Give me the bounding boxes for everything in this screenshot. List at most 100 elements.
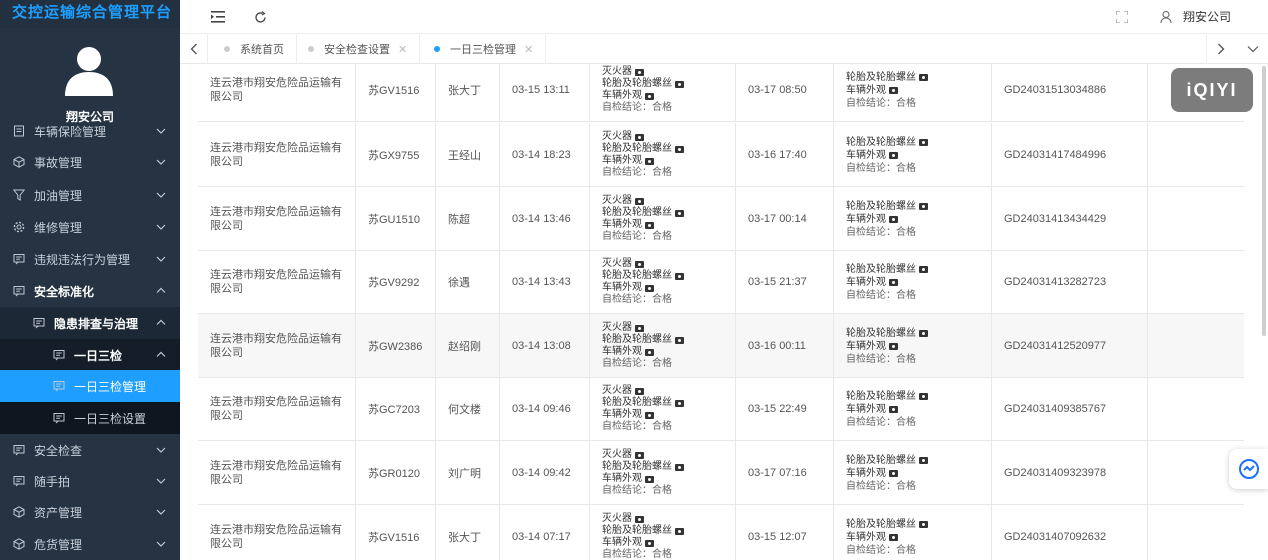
- camera-icon[interactable]: [635, 260, 644, 268]
- camera-icon[interactable]: [635, 515, 644, 523]
- camera-icon[interactable]: [675, 336, 684, 344]
- page-scrollbar[interactable]: [1262, 66, 1266, 336]
- camera-icon[interactable]: [635, 451, 644, 459]
- user-menu[interactable]: 翔安公司: [1183, 8, 1231, 25]
- table-row[interactable]: 连云港市翔安危险品运输有限公司 苏GW2386 赵绍刚 03-14 13:08 灭火器轮…: [198, 314, 1244, 378]
- check-item: 车辆外观: [602, 473, 654, 485]
- company-cell: 连云港市翔安危险品运输有限公司: [198, 377, 356, 441]
- sidebar-item[interactable]: 安全检查: [0, 434, 180, 466]
- camera-icon[interactable]: [889, 533, 898, 541]
- camera-icon[interactable]: [675, 527, 684, 535]
- user-icon[interactable]: [1158, 9, 1174, 25]
- tab-home[interactable]: 系统首页: [212, 34, 297, 64]
- camera-icon[interactable]: [919, 138, 928, 146]
- close-icon[interactable]: ✕: [398, 43, 407, 56]
- camera-icon[interactable]: [645, 92, 654, 100]
- sidebar-item[interactable]: 违规违法行为管理: [0, 243, 180, 275]
- check-item-label: 自检结论：合格: [846, 480, 916, 492]
- sidebar-item[interactable]: 一日三检: [0, 339, 180, 371]
- check-time-cell: 03-17 08:50: [736, 64, 834, 122]
- check-item-label: 自检结论：合格: [846, 416, 916, 428]
- camera-icon[interactable]: [675, 463, 684, 471]
- sidebar-item[interactable]: 危货管理: [0, 528, 180, 560]
- check-item-label: 轮胎及轮胎螺丝: [846, 136, 916, 148]
- camera-icon[interactable]: [919, 392, 928, 400]
- table-row[interactable]: 连云港市翔安危险品运输有限公司 苏GX9755 王经山 03-14 18:23 灭火器轮…: [198, 123, 1244, 187]
- sidebar-item-label: 一日三检设置: [74, 411, 147, 426]
- camera-icon[interactable]: [645, 475, 654, 483]
- camera-icon[interactable]: [635, 324, 644, 332]
- camera-icon[interactable]: [675, 272, 684, 280]
- camera-icon[interactable]: [645, 411, 654, 419]
- camera-icon[interactable]: [675, 399, 684, 407]
- sidebar-item-label: 事故管理: [34, 155, 83, 170]
- company-cell: 连云港市翔安危险品运输有限公司: [198, 250, 356, 314]
- tab-scroll-left-button[interactable]: [180, 34, 208, 64]
- check-result-cell: 轮胎及轮胎螺丝 车辆外观 自检结论：合格: [834, 441, 992, 505]
- sidebar-item[interactable]: 一日三检管理: [0, 370, 180, 402]
- cube-icon: [12, 155, 26, 169]
- camera-icon[interactable]: [919, 456, 928, 464]
- sidebar-item[interactable]: 车辆保险管理: [0, 116, 180, 146]
- order-code-cell: GD24031409385767: [992, 377, 1148, 441]
- camera-icon[interactable]: [635, 133, 644, 141]
- check-item-label: 自检结论：合格: [846, 97, 916, 109]
- table-row[interactable]: 连云港市翔安危险品运输有限公司 苏GV9292 徐遇 03-14 13:43 灭火器 轮胎…: [198, 250, 1244, 314]
- plate-cell: 苏GC7203: [356, 377, 436, 441]
- camera-icon[interactable]: [635, 387, 644, 395]
- sidebar-item[interactable]: 加油管理: [0, 179, 180, 211]
- iqiyi-watermark: iQIYI: [1171, 68, 1253, 112]
- tab-dropdown-button[interactable]: [1238, 34, 1268, 64]
- table-row[interactable]: 连云港市翔安危险品运输有限公司 苏GV1516 张大丁 03-15 13:11 灭火器轮…: [198, 64, 1244, 122]
- camera-icon[interactable]: [919, 73, 928, 81]
- tab-safety-check-settings[interactable]: 安全检查设置 ✕: [296, 34, 421, 64]
- camera-icon[interactable]: [635, 68, 644, 76]
- camera-icon[interactable]: [919, 520, 928, 528]
- table-row[interactable]: 连云港市翔安危险品运输有限公司 苏GC7203 何文楼 03-14 09:46 灭火器轮…: [198, 377, 1244, 441]
- table-row[interactable]: 连云港市翔安危险品运输有限公司 苏GU1510 陈超 03-14 13:46 灭火器 轮胎…: [198, 187, 1244, 251]
- table-row[interactable]: 连云港市翔安危险品运输有限公司 苏GV1516 张大丁 03-14 07:17 灭火器轮…: [198, 505, 1244, 560]
- camera-icon[interactable]: [675, 145, 684, 153]
- camera-icon[interactable]: [889, 469, 898, 477]
- camera-icon[interactable]: [645, 157, 654, 165]
- sidebar-item[interactable]: 隐患排查与治理: [0, 307, 180, 339]
- camera-icon[interactable]: [889, 151, 898, 159]
- order-code-cell: GD24031417484996: [992, 123, 1148, 187]
- camera-icon[interactable]: [645, 539, 654, 547]
- sidebar-item[interactable]: 随手拍: [0, 465, 180, 497]
- check-item-label: 灭火器: [602, 66, 632, 77]
- driver-cell: 王经山: [436, 123, 500, 187]
- sidebar-item[interactable]: 一日三检设置: [0, 402, 180, 434]
- camera-icon[interactable]: [919, 202, 928, 210]
- camera-icon[interactable]: [645, 221, 654, 229]
- camera-icon[interactable]: [889, 215, 898, 223]
- camera-icon[interactable]: [889, 86, 898, 94]
- camera-icon[interactable]: [889, 342, 898, 350]
- sidebar-item[interactable]: 安全标准化: [0, 275, 180, 307]
- camera-icon[interactable]: [889, 405, 898, 413]
- sidebar-item[interactable]: 维修管理: [0, 211, 180, 243]
- camera-icon[interactable]: [645, 284, 654, 292]
- camera-icon[interactable]: [919, 265, 928, 273]
- close-icon[interactable]: ✕: [524, 43, 533, 56]
- refresh-icon[interactable]: [252, 9, 268, 25]
- check-result-cell: 灭火器 轮胎及轮胎螺丝 车辆外观 自检结论：合格: [590, 187, 736, 251]
- camera-icon[interactable]: [645, 348, 654, 356]
- check-item-label: 车辆外观: [846, 213, 886, 225]
- camera-icon[interactable]: [889, 278, 898, 286]
- camera-icon[interactable]: [635, 197, 644, 205]
- tab-scroll-right-button[interactable]: [1206, 34, 1234, 64]
- company-cell: 连云港市翔安危险品运输有限公司: [198, 123, 356, 187]
- camera-icon[interactable]: [919, 329, 928, 337]
- check-item: 自检结论：合格: [602, 231, 672, 243]
- sidebar-item[interactable]: 资产管理: [0, 496, 180, 528]
- tab-daily-check-management[interactable]: 一日三检管理 ✕: [422, 34, 547, 64]
- check-item: 轮胎及轮胎螺丝: [846, 263, 928, 276]
- fullscreen-icon[interactable]: [1114, 9, 1130, 25]
- camera-icon[interactable]: [675, 80, 684, 88]
- menu-collapse-icon[interactable]: [210, 9, 226, 25]
- assistant-float-button[interactable]: [1229, 449, 1268, 489]
- camera-icon[interactable]: [675, 209, 684, 217]
- sidebar-item[interactable]: 事故管理: [0, 146, 180, 178]
- table-row[interactable]: 连云港市翔安危险品运输有限公司 苏GR0120 刘广明 03-14 09:42 灭火器轮…: [198, 441, 1244, 505]
